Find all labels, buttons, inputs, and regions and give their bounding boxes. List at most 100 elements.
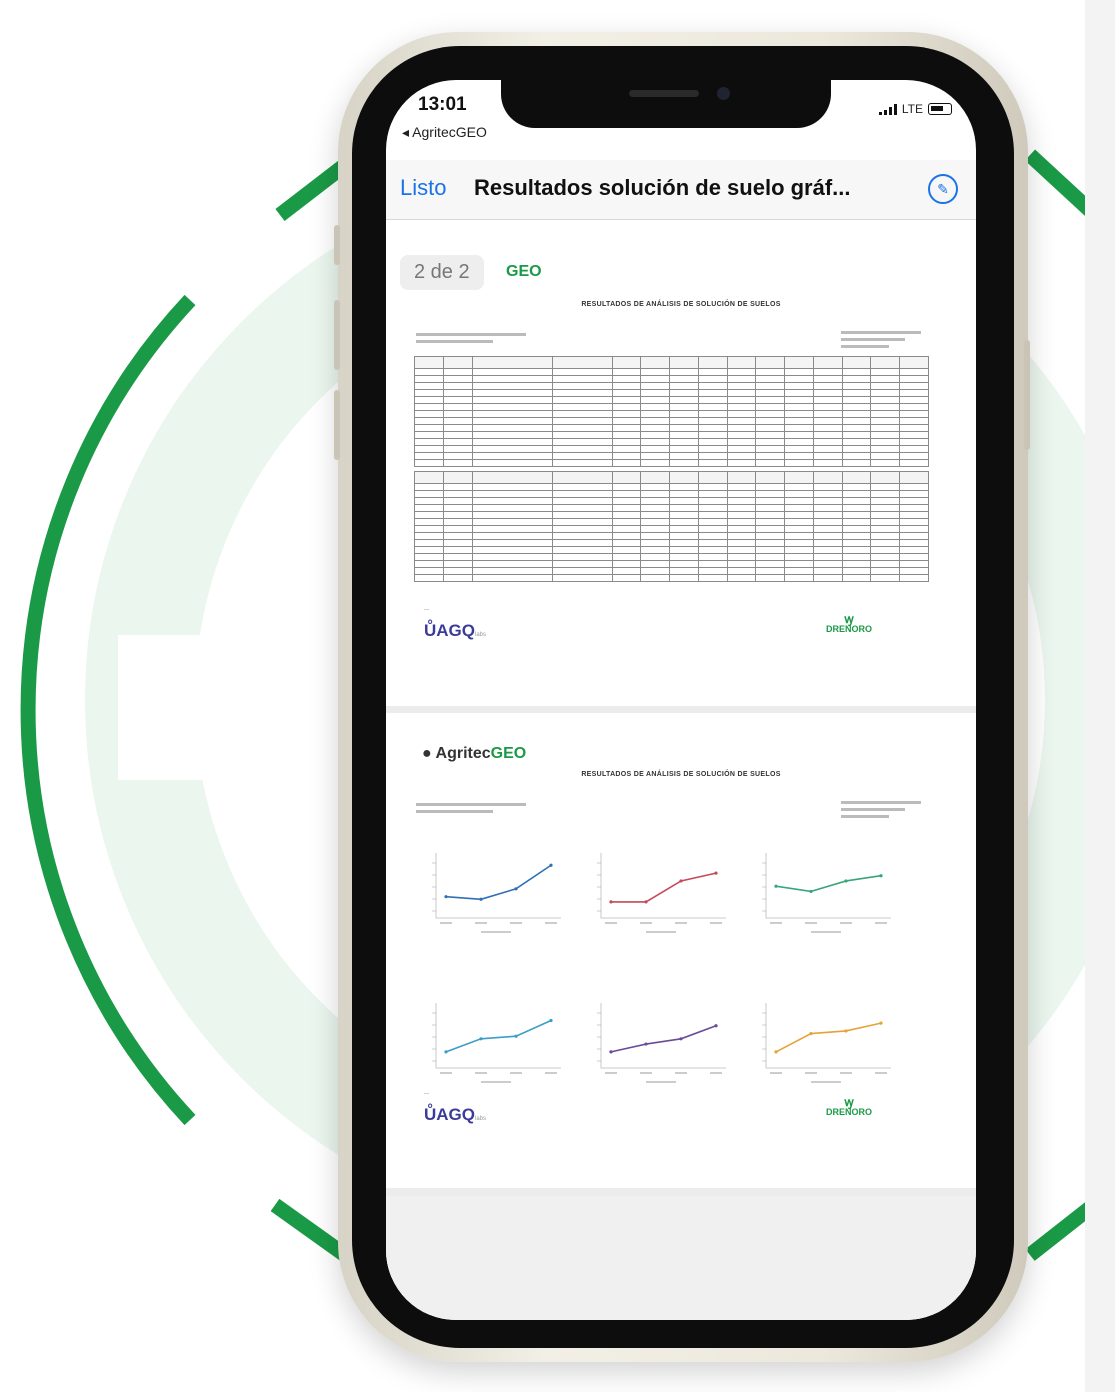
data-point — [549, 1018, 553, 1023]
table-cell — [899, 553, 929, 561]
table-cell — [697, 389, 728, 397]
table-cell — [812, 518, 843, 526]
table-cell — [784, 410, 814, 418]
table-cell — [611, 497, 642, 505]
table-cell — [784, 431, 814, 439]
document-page-2: ● AgritecGEO RESULTADOS DE ANÁLISIS DE S… — [386, 713, 976, 1188]
table-cell — [755, 382, 786, 390]
table-cell — [812, 483, 843, 491]
table-header-row — [414, 471, 929, 484]
table-cell — [471, 459, 553, 467]
table-cell — [611, 511, 642, 519]
table-cell — [611, 546, 642, 554]
table-cell — [755, 417, 786, 425]
document-page-1: 2 de 2 GEO RESULTADOS DE ANÁLISIS DE SOL… — [386, 221, 976, 706]
back-to-app-link[interactable]: ◂ AgritecGEO — [402, 124, 487, 141]
table-row — [414, 553, 929, 561]
table-cell — [640, 483, 671, 491]
done-button[interactable]: Listo — [400, 175, 446, 201]
table-cell — [442, 553, 473, 561]
table-cell — [841, 518, 872, 526]
brand-prefix: Agritec — [435, 745, 491, 762]
table-cell — [697, 396, 728, 404]
table-cell — [697, 511, 728, 519]
table-cell — [755, 525, 786, 533]
table-cell — [755, 410, 786, 418]
table-cell — [870, 497, 901, 505]
table-cell — [755, 375, 786, 383]
table-cell — [812, 368, 843, 376]
table-cell — [551, 518, 613, 526]
table-cell — [841, 356, 872, 369]
table-cell — [611, 490, 642, 498]
table-cell — [784, 403, 814, 411]
table-cell — [841, 452, 872, 460]
table-cell — [611, 574, 642, 582]
table-cell — [669, 424, 699, 432]
table-cell — [640, 459, 671, 467]
table-row — [414, 525, 929, 533]
table-cell — [899, 452, 929, 460]
data-point — [444, 895, 448, 899]
table-cell — [414, 574, 444, 582]
table-cell — [442, 539, 473, 547]
x-tick-label — [675, 922, 687, 924]
table-cell — [471, 424, 553, 432]
table-cell — [669, 511, 699, 519]
table-cell — [726, 497, 757, 505]
table-cell — [442, 532, 473, 540]
table-cell — [812, 438, 843, 446]
table-cell — [669, 546, 699, 554]
table-row — [414, 368, 929, 376]
table-cell — [899, 518, 929, 526]
table-cell — [726, 410, 757, 418]
table-cell — [812, 382, 843, 390]
battery-icon — [928, 103, 952, 115]
table-cell — [784, 490, 814, 498]
table-cell — [870, 389, 901, 397]
markup-pen-icon[interactable]: ✎ — [928, 174, 958, 204]
x-tick-label — [640, 1072, 652, 1074]
x-tick-label — [710, 922, 722, 924]
table-cell — [726, 452, 757, 460]
data-point — [514, 887, 518, 891]
table-cell — [669, 560, 699, 568]
table-cell — [899, 497, 929, 505]
table-row — [414, 574, 929, 582]
table-cell — [726, 389, 757, 397]
table-cell — [442, 574, 473, 582]
table-row — [414, 504, 929, 512]
table-cell — [697, 532, 728, 540]
table-cell — [755, 396, 786, 404]
back-app-name: AgritecGEO — [412, 124, 487, 140]
table-cell — [442, 497, 473, 505]
table-cell — [551, 539, 613, 547]
table-row — [414, 431, 929, 439]
table-cell — [442, 368, 473, 376]
data-point — [679, 879, 683, 883]
results-table-2 — [414, 471, 929, 582]
table-cell — [669, 471, 699, 484]
table-cell — [870, 483, 901, 491]
table-cell — [414, 396, 444, 404]
table-cell — [611, 532, 642, 540]
document-viewer[interactable]: 2 de 2 GEO RESULTADOS DE ANÁLISIS DE SOL… — [386, 221, 976, 1320]
chart-axes — [765, 1003, 891, 1069]
table-cell — [442, 490, 473, 498]
table-cell — [669, 518, 699, 526]
x-tick-label — [840, 1072, 852, 1074]
data-point — [774, 884, 778, 888]
table-cell — [471, 560, 553, 568]
table-cell — [551, 368, 613, 376]
table-cell — [611, 431, 642, 439]
table-cell — [899, 471, 929, 484]
data-point — [644, 900, 648, 904]
table-cell — [812, 424, 843, 432]
table-cell — [414, 490, 444, 498]
table-cell — [697, 471, 728, 484]
table-cell — [640, 539, 671, 547]
table-cell — [551, 356, 613, 369]
table-cell — [899, 375, 929, 383]
table-cell — [669, 389, 699, 397]
table-cell — [841, 375, 872, 383]
